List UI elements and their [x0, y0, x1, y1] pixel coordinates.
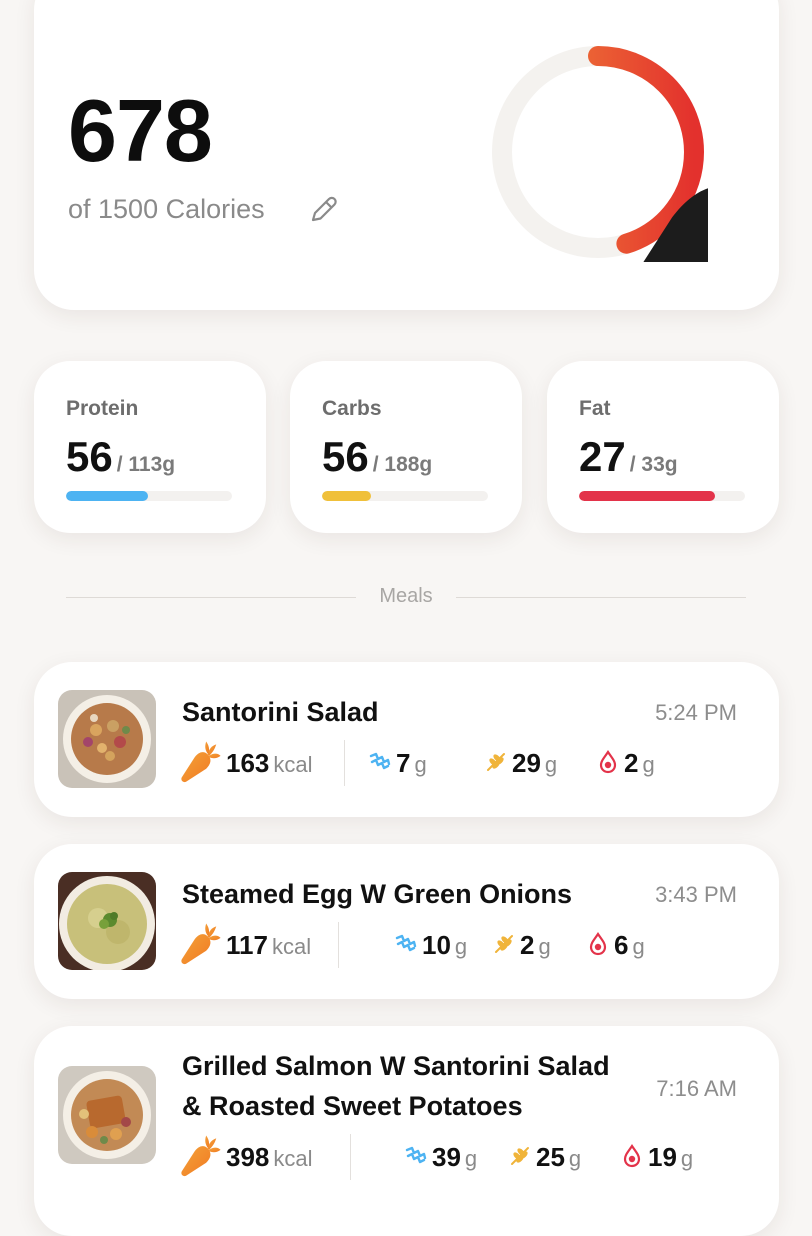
meal-title: Grilled Salmon W Santorini Salad & Roast… [182, 1046, 610, 1126]
meal-kcal: 398 kcal [226, 1142, 313, 1172]
macro-progress-bar [579, 491, 745, 501]
protein-icon [369, 752, 391, 770]
meal-carbs: 2g [520, 930, 551, 960]
carrot-icon [174, 922, 224, 968]
wheat-icon [511, 1147, 529, 1165]
meal-carbs: 29 g [512, 748, 558, 778]
stat-separator [344, 740, 345, 786]
wheat-icon [495, 935, 513, 953]
meal-photo [58, 872, 156, 970]
pencil-icon[interactable] [306, 194, 340, 228]
meal-carbs: 25 g [536, 1142, 582, 1172]
macro-progress-bar [66, 491, 232, 501]
meal-protein: 10 g [422, 930, 468, 960]
stat-separator [350, 1134, 351, 1180]
macro-label: Protein [66, 397, 139, 420]
macro-total: / 33g [629, 453, 678, 476]
meal-photo [58, 690, 156, 788]
divider-left [66, 597, 356, 598]
macro-label: Fat [579, 397, 611, 420]
meal-fat: 6g [614, 930, 645, 960]
divider-right [456, 597, 746, 598]
carrot-icon [174, 740, 224, 786]
macro-card-carbs[interactable]: Carbs 56/ 188g [290, 361, 522, 533]
fat-drop-icon [623, 1144, 641, 1168]
stat-separator [338, 922, 339, 968]
macro-value: 56/ 188g [322, 433, 433, 480]
meal-time: 7:16 AM [656, 1076, 737, 1101]
meal-fat: 2g [624, 748, 655, 778]
meal-time: 5:24 PM [655, 700, 737, 725]
meal-card[interactable]: Steamed Egg W Green Onions 3:43 PM 117 kc… [34, 844, 779, 999]
wheat-icon [487, 753, 505, 771]
meal-card[interactable]: Grilled Salmon W Santorini Salad & Roast… [34, 1026, 779, 1236]
fat-drop-icon [589, 932, 607, 956]
meal-card[interactable]: Santorini Salad 5:24 PM 163 kcal 7g 29 g 2… [34, 662, 779, 817]
macro-total: / 188g [372, 453, 433, 476]
meal-title-line: & Roasted Sweet Potatoes [182, 1091, 523, 1121]
protein-icon [405, 1146, 427, 1164]
meal-kcal: 117 kcal [226, 930, 312, 960]
macro-card-fat[interactable]: Fat 27/ 33g [547, 361, 779, 533]
macro-value: 27/ 33g [579, 433, 678, 480]
meal-photo [58, 1066, 156, 1164]
meal-protein: 7g [396, 748, 427, 778]
meal-protein: 39 g [432, 1142, 478, 1172]
meal-time: 3:43 PM [655, 882, 737, 907]
calorie-summary-card[interactable]: 678 of 1500 Calories [34, 0, 779, 310]
calories-goal: of 1500 Calories [68, 194, 265, 224]
fat-drop-icon [599, 750, 617, 774]
meal-title: Steamed Egg W Green Onions [182, 879, 573, 909]
carrot-icon [174, 1134, 224, 1180]
calories-eaten: 678 [68, 81, 213, 180]
macro-card-protein[interactable]: Protein 56/ 113g [34, 361, 266, 533]
macro-progress-bar [322, 491, 488, 501]
macro-label: Carbs [322, 397, 382, 420]
meal-title-line: Grilled Salmon W Santorini Salad [182, 1051, 610, 1081]
macro-total: / 113g [116, 453, 176, 476]
meal-title: Santorini Salad [182, 697, 379, 727]
macro-value: 56/ 113g [66, 433, 176, 480]
meals-section-header: Meals [379, 585, 433, 607]
calorie-progress-ring [492, 46, 708, 262]
meal-kcal: 163 kcal [226, 748, 313, 778]
protein-icon [395, 934, 417, 952]
meal-fat: 19 g [648, 1142, 694, 1172]
